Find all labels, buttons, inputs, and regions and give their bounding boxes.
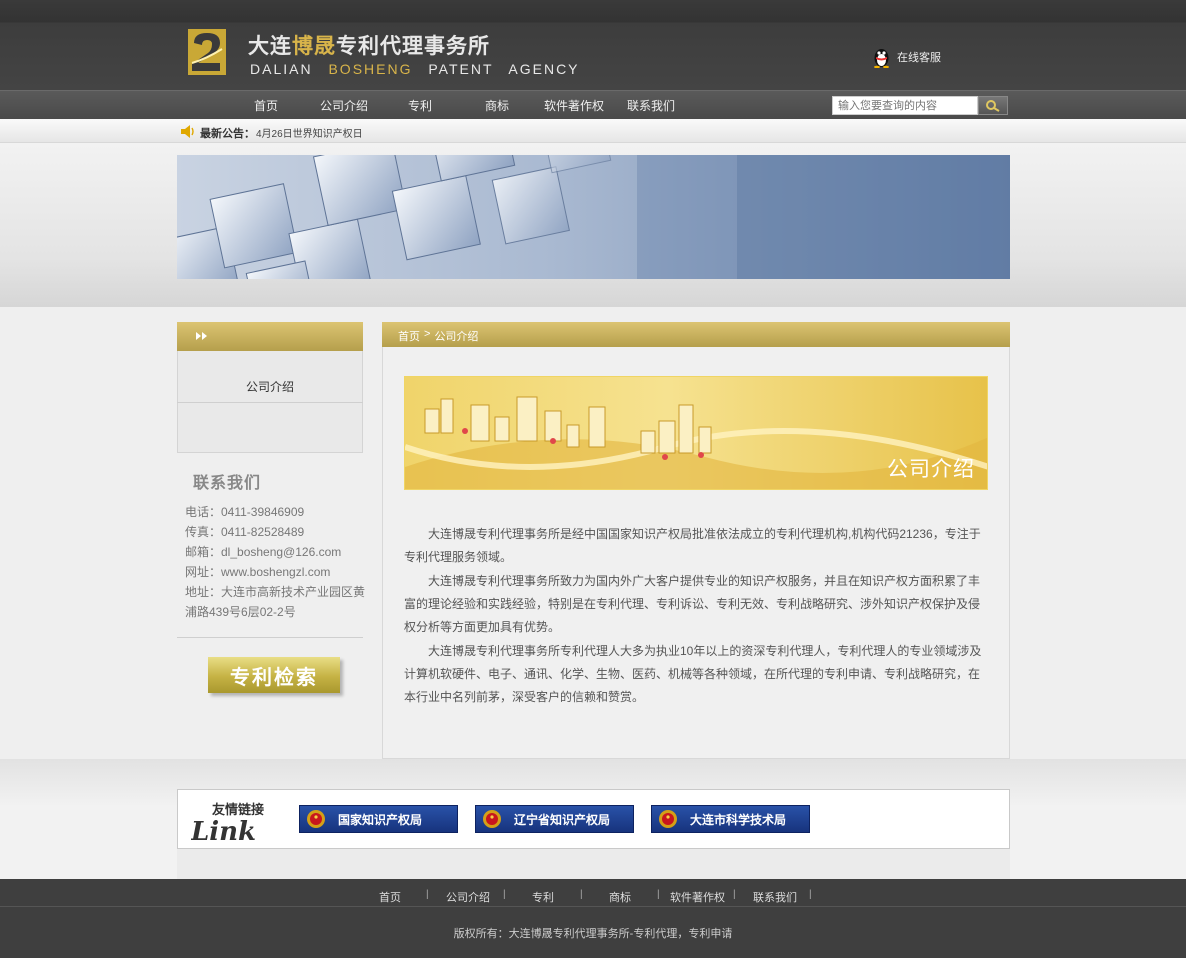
link-cnipa-label: 国家知识产权局 xyxy=(338,812,423,827)
footer-separator: | xyxy=(426,889,429,900)
contact-title: 联系我们 xyxy=(193,475,262,492)
copyright-text: 版权所有：大连博晟专利代理事务所-专利代理，专利申请 xyxy=(453,928,733,940)
brand-name-cn: 大连博晟专利代理事务所 xyxy=(248,33,490,58)
breadcrumb: 首页 > 公司介绍 xyxy=(398,328,478,344)
hero-banner-image xyxy=(177,155,1010,279)
contact-address-line2: 浦路439号6层02-2号 xyxy=(185,605,296,619)
online-service-label: 在线客服 xyxy=(897,52,941,64)
nav-company-intro[interactable]: 公司介绍 xyxy=(320,97,368,114)
nav-software-copyright[interactable]: 软件著作权 xyxy=(544,97,604,114)
qq-penguin-icon xyxy=(874,49,889,68)
intro-paragraph-1: 大连博晟专利代理事务所是经中国国家知识产权局批准依法成立的专利代理机构,机构代码… xyxy=(404,527,981,564)
footer-separator: | xyxy=(580,889,583,900)
double-arrow-icon xyxy=(196,332,207,340)
footer-separator: | xyxy=(503,889,506,900)
link-dalian-sci[interactable]: 大连市科学技术局 xyxy=(651,805,810,833)
notice-link[interactable]: 4月26日世界知识产权日 xyxy=(256,125,363,140)
national-emblem-icon xyxy=(483,810,501,828)
link-liaoning-ip-label: 辽宁省知识产权局 xyxy=(514,812,611,827)
breadcrumb-current[interactable]: 公司介绍 xyxy=(434,328,478,344)
patent-search-button[interactable]: 专利检索 xyxy=(208,657,340,693)
breadcrumb-separator: > xyxy=(424,328,431,340)
notice-bar xyxy=(0,119,1186,143)
friend-links-title: 友情链接 xyxy=(212,802,265,817)
section-banner-title: 公司介绍 xyxy=(887,458,975,481)
search-input[interactable] xyxy=(832,96,978,115)
intro-paragraph-3: 大连博晟专利代理事务所专利代理人大多为执业10年以上的资深专利代理人，专利代理人… xyxy=(404,644,982,704)
link-logo-text: Link xyxy=(191,817,255,842)
national-emblem-icon xyxy=(659,810,677,828)
search-icon xyxy=(986,99,1000,112)
contact-website[interactable]: 网址：www.boshengzl.com xyxy=(185,563,330,580)
search-button[interactable] xyxy=(978,96,1008,115)
link-cnipa[interactable]: 国家知识产权局 xyxy=(299,805,458,833)
contact-phone: 电话：0411-39846909 xyxy=(185,505,305,519)
contact-email[interactable]: 邮箱：dl_bosheng@126.com xyxy=(185,543,341,560)
national-emblem-icon xyxy=(307,810,325,828)
nav-home[interactable]: 首页 xyxy=(254,97,278,114)
sidebar-item-company-intro[interactable]: 公司介绍 xyxy=(177,378,363,395)
link-dalian-sci-label: 大连市科学技术局 xyxy=(690,812,787,827)
section-banner: 公司介绍 xyxy=(404,376,988,490)
nav-trademark[interactable]: 商标 xyxy=(485,97,509,114)
speaker-icon xyxy=(181,125,194,138)
footer-link-trademark[interactable]: 商标 xyxy=(609,889,631,905)
sidebar-divider xyxy=(177,402,363,403)
footer-divider xyxy=(0,906,1186,907)
footer-link-company-intro[interactable]: 公司介绍 xyxy=(446,889,490,905)
online-service-link[interactable]: 在线客服 xyxy=(872,46,941,68)
links-under-strip xyxy=(177,849,1010,879)
contact-divider xyxy=(177,637,363,638)
footer-separator: | xyxy=(809,889,812,900)
header-bar xyxy=(0,0,1186,90)
footer-link-contact[interactable]: 联系我们 xyxy=(753,889,797,905)
footer-separator: | xyxy=(657,889,660,900)
footer-link-patent[interactable]: 专利 xyxy=(532,889,554,905)
brand-name-en: DALIAN BOSHENG PATENT AGENCY xyxy=(250,61,580,77)
footer-separator: | xyxy=(733,889,736,900)
footer xyxy=(0,879,1186,958)
footer-link-home[interactable]: 首页 xyxy=(379,889,401,905)
link-liaoning-ip[interactable]: 辽宁省知识产权局 xyxy=(475,805,634,833)
intro-paragraph-2: 大连博晟专利代理事务所致力为国内外广大客户提供专业的知识产权服务，并且在知识产权… xyxy=(404,574,981,634)
breadcrumb-home[interactable]: 首页 xyxy=(398,328,420,344)
nav-patent[interactable]: 专利 xyxy=(408,97,432,114)
contact-fax: 传真：0411-82528489 xyxy=(185,525,305,539)
nav-contact[interactable]: 联系我们 xyxy=(627,97,675,114)
notice-label: 最新公告： xyxy=(200,128,255,140)
contact-address-line1: 地址：大连市高新技术产业园区黄 xyxy=(185,585,366,599)
bosheng-logo-icon[interactable] xyxy=(188,29,226,75)
footer-link-software-copyright[interactable]: 软件著作权 xyxy=(670,889,725,905)
hero-banner xyxy=(177,155,1010,279)
